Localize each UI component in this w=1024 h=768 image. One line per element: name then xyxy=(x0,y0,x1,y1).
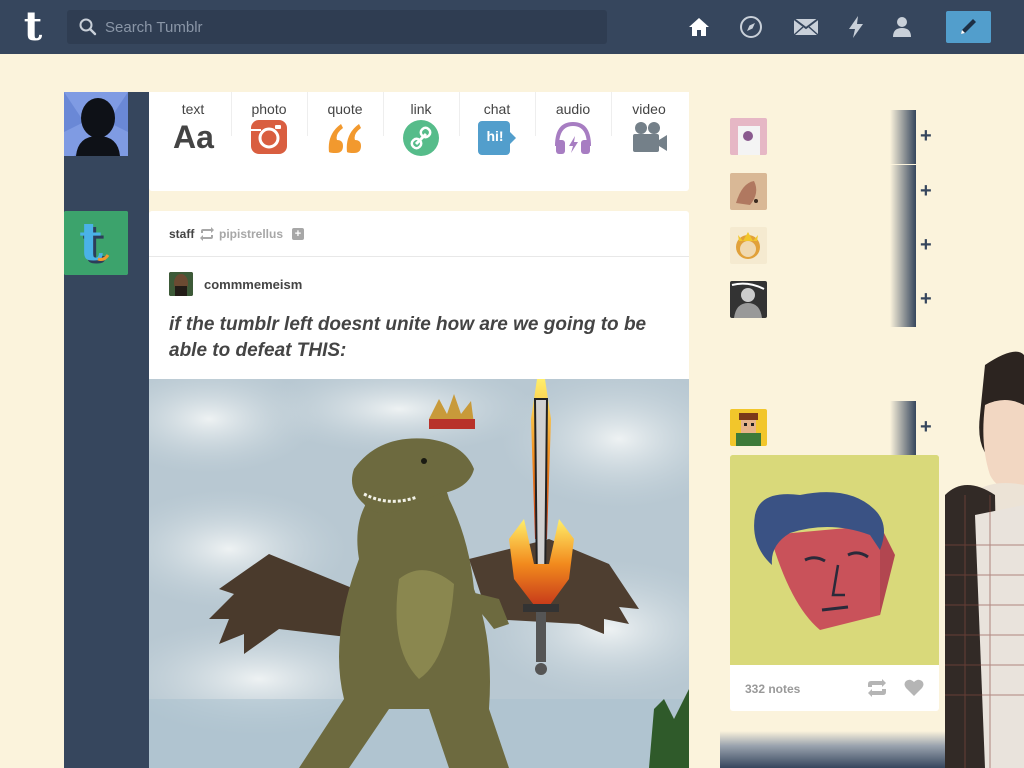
notes-count[interactable]: 332 notes xyxy=(745,682,800,696)
heart-icon[interactable] xyxy=(904,679,924,702)
follow-button[interactable]: + xyxy=(920,181,932,201)
top-nav-bar: t xyxy=(0,0,1024,54)
blog-avatar[interactable] xyxy=(730,118,767,155)
post-header: staff pipistrellus + xyxy=(149,211,689,257)
quote-icon xyxy=(325,120,365,156)
post-type-link[interactable]: link xyxy=(383,100,459,160)
user-avatar[interactable] xyxy=(64,92,128,156)
camera-icon xyxy=(249,120,289,156)
link-icon xyxy=(401,120,441,156)
post-type-label: link xyxy=(410,101,432,117)
radar-post-image[interactable] xyxy=(730,455,939,665)
blog-name-link[interactable]: staff xyxy=(169,227,194,241)
fade-overlay xyxy=(890,219,916,273)
reblog-icon[interactable] xyxy=(866,679,888,702)
recommended-blog[interactable]: + xyxy=(730,165,940,223)
chat-icon-text: hi! xyxy=(486,128,504,144)
post-type-label: photo xyxy=(251,101,287,117)
dashboard-post: staff pipistrellus + commmemeism if the … xyxy=(149,211,689,768)
dashboard-left-strip xyxy=(64,92,149,768)
account-icon[interactable] xyxy=(891,15,915,39)
post-type-label: chat xyxy=(483,101,511,117)
blog-avatar[interactable] xyxy=(730,281,767,318)
background-photo xyxy=(945,345,1024,768)
reblogger-name[interactable]: commmemeism xyxy=(204,277,302,292)
recommended-blog[interactable]: + xyxy=(730,273,940,331)
headphones-icon xyxy=(553,120,593,156)
staff-avatar[interactable]: t t xyxy=(64,211,128,276)
recommended-blog[interactable]: + xyxy=(730,219,940,277)
post-type-label: quote xyxy=(327,101,363,117)
follow-plus-icon[interactable]: + xyxy=(292,228,304,240)
follow-button[interactable]: + xyxy=(920,417,932,437)
follow-button[interactable]: + xyxy=(920,289,932,309)
tumblr-logo[interactable]: t xyxy=(18,7,48,47)
video-camera-icon xyxy=(629,120,669,156)
fade-overlay xyxy=(890,165,916,219)
blog-avatar[interactable] xyxy=(730,409,767,446)
chat-icon: hi! xyxy=(477,120,517,156)
post-type-label: video xyxy=(632,101,666,117)
radar-blog[interactable]: + xyxy=(730,401,940,459)
blog-avatar[interactable] xyxy=(730,173,767,210)
post-title: if the tumblr left doesnt unite how are … xyxy=(169,314,647,361)
post-type-chat[interactable]: chat hi! xyxy=(459,100,535,160)
post-type-label: text xyxy=(181,101,205,117)
blog-avatar[interactable] xyxy=(730,227,767,264)
explore-icon[interactable] xyxy=(739,15,763,39)
sidebar-bottom-panel xyxy=(720,731,949,768)
home-icon[interactable] xyxy=(687,15,711,39)
search-box[interactable] xyxy=(67,10,607,44)
post-type-video[interactable]: video xyxy=(611,100,687,160)
fade-overlay xyxy=(890,110,916,164)
text-icon: Aa xyxy=(173,119,214,155)
post-type-audio[interactable]: audio xyxy=(535,100,611,160)
recommended-blogs-heading xyxy=(730,90,870,102)
reblogger-avatar[interactable] xyxy=(169,272,193,296)
compose-button[interactable] xyxy=(946,11,991,43)
search-input[interactable] xyxy=(105,10,595,44)
search-icon xyxy=(79,18,97,41)
post-type-selector: text Aa photo quote link chat hi! audio xyxy=(149,92,689,191)
fade-overlay xyxy=(890,273,916,327)
post-type-quote[interactable]: quote xyxy=(307,100,383,160)
post-type-photo[interactable]: photo xyxy=(231,100,307,160)
fade-overlay xyxy=(890,401,916,455)
svg-text:t: t xyxy=(79,212,103,273)
inbox-icon[interactable] xyxy=(793,15,819,39)
follow-button[interactable]: + xyxy=(920,235,932,255)
reblog-icon xyxy=(199,227,215,246)
post-image[interactable] xyxy=(149,379,689,768)
recommended-blog[interactable]: + xyxy=(730,110,940,168)
post-type-text[interactable]: text Aa xyxy=(155,100,231,160)
follow-button[interactable]: + xyxy=(920,126,932,146)
radar-post[interactable]: 332 notes xyxy=(730,455,939,711)
post-type-label: audio xyxy=(555,101,591,117)
reblog-source-link[interactable]: pipistrellus xyxy=(219,227,283,241)
activity-icon[interactable] xyxy=(846,15,870,39)
